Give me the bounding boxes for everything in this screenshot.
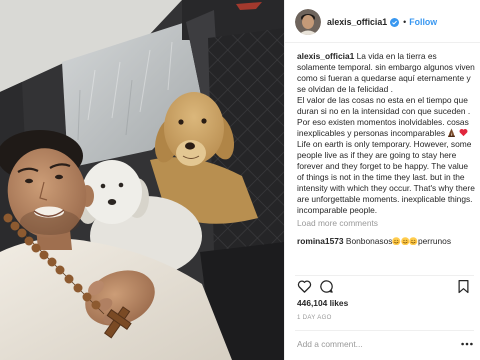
post-actions [296,279,472,295]
post-header: alexis_officia1 • Follow [295,9,437,35]
comment-text: Bonbonasos [345,236,393,246]
caption-text: Life on earth is only temporary. However… [297,139,475,215]
verified-badge-icon [390,17,400,27]
add-comment-row [297,337,473,351]
caption-paragraph: El valor de las cosas no esta en el tiem… [297,95,475,117]
folded-hands-icon [448,128,456,137]
comments-scroll-area[interactable]: alexis_officia1 La vida en la tierra es … [297,51,475,274]
more-options-icon[interactable] [461,341,473,347]
follow-separator: • [403,17,407,27]
actions-divider [295,275,474,276]
heart-icon[interactable] [297,279,312,294]
post-photo [0,0,284,360]
smiling-face-icon [401,236,410,245]
header-username-link[interactable]: alexis_officia1 [327,17,387,27]
caption-text: Por eso existen momentos inolvidables. c… [297,117,469,138]
comment-item: romina1573 Bonbonasos perrunos [297,236,475,247]
caption-text: El valor de las cosas no esta en el tiem… [297,95,471,116]
add-comment-input[interactable] [297,337,447,351]
red-heart-icon [459,129,468,137]
caption-username-link[interactable]: alexis_officia1 [297,51,354,61]
post-timestamp[interactable]: 1 DAY AGO [297,314,332,322]
comment-box-divider [295,330,474,331]
caption-paragraph: Por eso existen momentos inolvidables. c… [297,117,475,216]
photo-canvas [0,0,284,360]
likes-count[interactable]: 446,104 likes [297,297,348,309]
load-more-comments-button[interactable]: Load more comments [297,218,475,229]
header-divider [285,42,480,43]
caption-paragraph: alexis_officia1 La vida en la tierra es … [297,51,475,95]
smiling-face-icon [392,236,401,245]
bookmark-icon[interactable] [456,279,471,294]
smiling-face-icon [409,236,418,245]
comment-text: perrunos [417,236,452,246]
comment-username-link[interactable]: romina1573 [297,236,344,246]
avatar[interactable] [295,9,321,35]
comment-icon[interactable] [319,279,334,294]
post-details-panel: alexis_officia1 • Follow alexis_officia1… [284,0,480,360]
follow-button[interactable]: Follow [409,17,437,27]
